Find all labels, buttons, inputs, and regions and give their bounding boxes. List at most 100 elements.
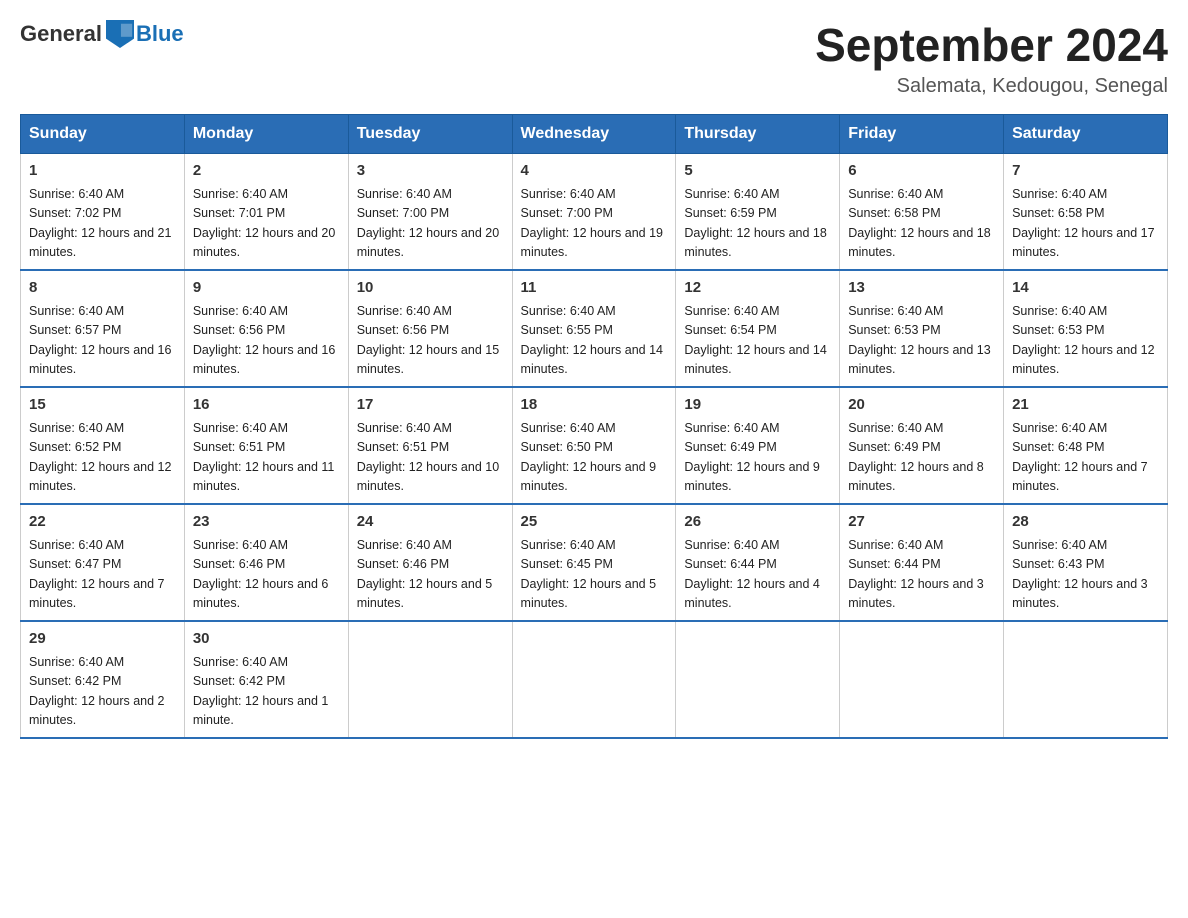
- day-info: Sunrise: 6:40 AMSunset: 6:49 PMDaylight:…: [684, 419, 831, 497]
- calendar-day-cell: 5Sunrise: 6:40 AMSunset: 6:59 PMDaylight…: [676, 153, 840, 270]
- day-info: Sunrise: 6:40 AMSunset: 6:52 PMDaylight:…: [29, 419, 176, 497]
- calendar-table: SundayMondayTuesdayWednesdayThursdayFrid…: [20, 114, 1168, 739]
- day-info: Sunrise: 6:40 AMSunset: 6:44 PMDaylight:…: [684, 536, 831, 614]
- calendar-day-cell: 6Sunrise: 6:40 AMSunset: 6:58 PMDaylight…: [840, 153, 1004, 270]
- month-year-title: September 2024: [815, 20, 1168, 71]
- title-area: September 2024 Salemata, Kedougou, Seneg…: [815, 20, 1168, 98]
- calendar-day-cell: 20Sunrise: 6:40 AMSunset: 6:49 PMDayligh…: [840, 387, 1004, 504]
- day-number: 14: [1012, 277, 1159, 300]
- day-info: Sunrise: 6:40 AMSunset: 7:01 PMDaylight:…: [193, 185, 340, 263]
- day-number: 7: [1012, 160, 1159, 183]
- calendar-day-cell: 26Sunrise: 6:40 AMSunset: 6:44 PMDayligh…: [676, 504, 840, 621]
- calendar-day-cell: 12Sunrise: 6:40 AMSunset: 6:54 PMDayligh…: [676, 270, 840, 387]
- day-number: 22: [29, 511, 176, 534]
- day-info: Sunrise: 6:40 AMSunset: 6:51 PMDaylight:…: [357, 419, 504, 497]
- calendar-day-cell: 10Sunrise: 6:40 AMSunset: 6:56 PMDayligh…: [348, 270, 512, 387]
- day-info: Sunrise: 6:40 AMSunset: 6:55 PMDaylight:…: [521, 302, 668, 380]
- day-info: Sunrise: 6:40 AMSunset: 6:56 PMDaylight:…: [357, 302, 504, 380]
- day-info: Sunrise: 6:40 AMSunset: 6:48 PMDaylight:…: [1012, 419, 1159, 497]
- day-number: 30: [193, 628, 340, 651]
- day-info: Sunrise: 6:40 AMSunset: 6:47 PMDaylight:…: [29, 536, 176, 614]
- day-info: Sunrise: 6:40 AMSunset: 6:58 PMDaylight:…: [848, 185, 995, 263]
- logo-text-blue: Blue: [136, 21, 184, 47]
- calendar-day-cell: 21Sunrise: 6:40 AMSunset: 6:48 PMDayligh…: [1004, 387, 1168, 504]
- day-number: 16: [193, 394, 340, 417]
- calendar-day-cell: 11Sunrise: 6:40 AMSunset: 6:55 PMDayligh…: [512, 270, 676, 387]
- calendar-day-cell: 30Sunrise: 6:40 AMSunset: 6:42 PMDayligh…: [184, 621, 348, 738]
- location-subtitle: Salemata, Kedougou, Senegal: [815, 75, 1168, 98]
- day-info: Sunrise: 6:40 AMSunset: 6:49 PMDaylight:…: [848, 419, 995, 497]
- calendar-day-cell: 2Sunrise: 6:40 AMSunset: 7:01 PMDaylight…: [184, 153, 348, 270]
- day-number: 28: [1012, 511, 1159, 534]
- weekday-header-wednesday: Wednesday: [512, 114, 676, 153]
- calendar-day-cell: 7Sunrise: 6:40 AMSunset: 6:58 PMDaylight…: [1004, 153, 1168, 270]
- day-info: Sunrise: 6:40 AMSunset: 7:02 PMDaylight:…: [29, 185, 176, 263]
- day-number: 9: [193, 277, 340, 300]
- logo-text-general: General: [20, 21, 102, 47]
- day-number: 23: [193, 511, 340, 534]
- calendar-day-cell: 15Sunrise: 6:40 AMSunset: 6:52 PMDayligh…: [21, 387, 185, 504]
- calendar-day-cell: 13Sunrise: 6:40 AMSunset: 6:53 PMDayligh…: [840, 270, 1004, 387]
- day-number: 2: [193, 160, 340, 183]
- day-info: Sunrise: 6:40 AMSunset: 6:54 PMDaylight:…: [684, 302, 831, 380]
- day-number: 11: [521, 277, 668, 300]
- day-number: 6: [848, 160, 995, 183]
- day-info: Sunrise: 6:40 AMSunset: 6:57 PMDaylight:…: [29, 302, 176, 380]
- calendar-day-cell: 18Sunrise: 6:40 AMSunset: 6:50 PMDayligh…: [512, 387, 676, 504]
- calendar-day-cell: 14Sunrise: 6:40 AMSunset: 6:53 PMDayligh…: [1004, 270, 1168, 387]
- day-info: Sunrise: 6:40 AMSunset: 7:00 PMDaylight:…: [357, 185, 504, 263]
- weekday-header-row: SundayMondayTuesdayWednesdayThursdayFrid…: [21, 114, 1168, 153]
- calendar-week-row: 22Sunrise: 6:40 AMSunset: 6:47 PMDayligh…: [21, 504, 1168, 621]
- weekday-header-monday: Monday: [184, 114, 348, 153]
- calendar-week-row: 8Sunrise: 6:40 AMSunset: 6:57 PMDaylight…: [21, 270, 1168, 387]
- day-number: 26: [684, 511, 831, 534]
- calendar-empty-cell: [676, 621, 840, 738]
- weekday-header-tuesday: Tuesday: [348, 114, 512, 153]
- day-info: Sunrise: 6:40 AMSunset: 6:53 PMDaylight:…: [1012, 302, 1159, 380]
- weekday-header-saturday: Saturday: [1004, 114, 1168, 153]
- day-info: Sunrise: 6:40 AMSunset: 6:46 PMDaylight:…: [357, 536, 504, 614]
- day-info: Sunrise: 6:40 AMSunset: 6:45 PMDaylight:…: [521, 536, 668, 614]
- calendar-day-cell: 19Sunrise: 6:40 AMSunset: 6:49 PMDayligh…: [676, 387, 840, 504]
- calendar-day-cell: 16Sunrise: 6:40 AMSunset: 6:51 PMDayligh…: [184, 387, 348, 504]
- weekday-header-sunday: Sunday: [21, 114, 185, 153]
- day-info: Sunrise: 6:40 AMSunset: 6:42 PMDaylight:…: [29, 653, 176, 731]
- calendar-day-cell: 24Sunrise: 6:40 AMSunset: 6:46 PMDayligh…: [348, 504, 512, 621]
- calendar-week-row: 15Sunrise: 6:40 AMSunset: 6:52 PMDayligh…: [21, 387, 1168, 504]
- day-number: 13: [848, 277, 995, 300]
- logo-icon: [106, 20, 134, 48]
- calendar-week-row: 1Sunrise: 6:40 AMSunset: 7:02 PMDaylight…: [21, 153, 1168, 270]
- day-info: Sunrise: 6:40 AMSunset: 6:51 PMDaylight:…: [193, 419, 340, 497]
- calendar-day-cell: 1Sunrise: 6:40 AMSunset: 7:02 PMDaylight…: [21, 153, 185, 270]
- calendar-empty-cell: [1004, 621, 1168, 738]
- calendar-empty-cell: [512, 621, 676, 738]
- day-number: 8: [29, 277, 176, 300]
- calendar-week-row: 29Sunrise: 6:40 AMSunset: 6:42 PMDayligh…: [21, 621, 1168, 738]
- day-number: 25: [521, 511, 668, 534]
- weekday-header-thursday: Thursday: [676, 114, 840, 153]
- day-number: 3: [357, 160, 504, 183]
- day-info: Sunrise: 6:40 AMSunset: 6:42 PMDaylight:…: [193, 653, 340, 731]
- day-info: Sunrise: 6:40 AMSunset: 6:53 PMDaylight:…: [848, 302, 995, 380]
- day-number: 10: [357, 277, 504, 300]
- day-number: 27: [848, 511, 995, 534]
- day-number: 19: [684, 394, 831, 417]
- calendar-empty-cell: [348, 621, 512, 738]
- calendar-day-cell: 4Sunrise: 6:40 AMSunset: 7:00 PMDaylight…: [512, 153, 676, 270]
- day-info: Sunrise: 6:40 AMSunset: 6:46 PMDaylight:…: [193, 536, 340, 614]
- calendar-empty-cell: [840, 621, 1004, 738]
- calendar-day-cell: 17Sunrise: 6:40 AMSunset: 6:51 PMDayligh…: [348, 387, 512, 504]
- day-info: Sunrise: 6:40 AMSunset: 6:44 PMDaylight:…: [848, 536, 995, 614]
- calendar-day-cell: 9Sunrise: 6:40 AMSunset: 6:56 PMDaylight…: [184, 270, 348, 387]
- calendar-day-cell: 23Sunrise: 6:40 AMSunset: 6:46 PMDayligh…: [184, 504, 348, 621]
- weekday-header-friday: Friday: [840, 114, 1004, 153]
- day-number: 29: [29, 628, 176, 651]
- logo: General Blue: [20, 20, 184, 48]
- day-number: 20: [848, 394, 995, 417]
- calendar-day-cell: 25Sunrise: 6:40 AMSunset: 6:45 PMDayligh…: [512, 504, 676, 621]
- calendar-day-cell: 28Sunrise: 6:40 AMSunset: 6:43 PMDayligh…: [1004, 504, 1168, 621]
- day-number: 21: [1012, 394, 1159, 417]
- day-number: 1: [29, 160, 176, 183]
- day-info: Sunrise: 6:40 AMSunset: 6:58 PMDaylight:…: [1012, 185, 1159, 263]
- calendar-day-cell: 29Sunrise: 6:40 AMSunset: 6:42 PMDayligh…: [21, 621, 185, 738]
